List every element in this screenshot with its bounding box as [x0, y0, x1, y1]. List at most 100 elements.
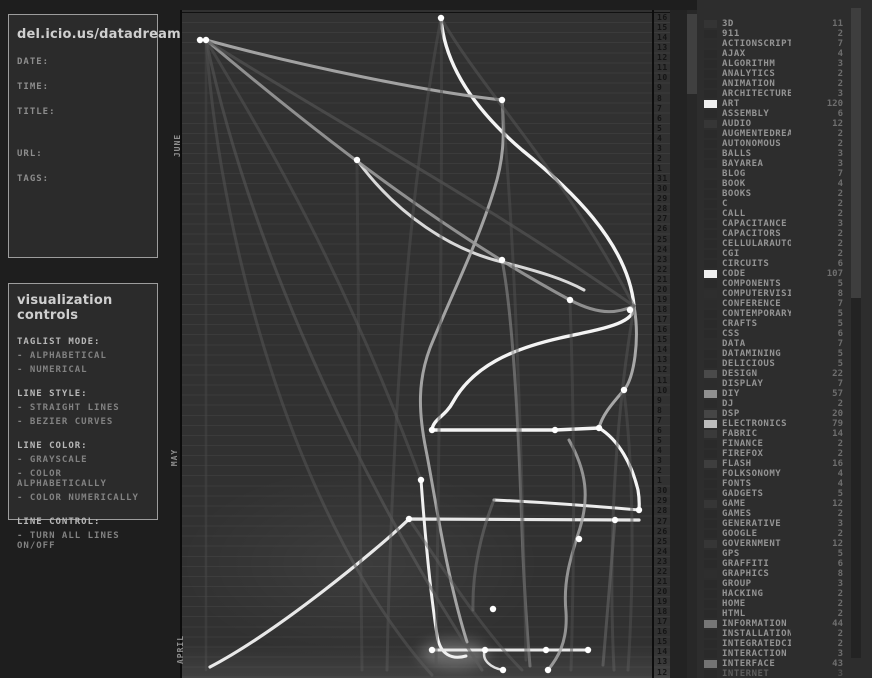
tag-line-swatch[interactable] — [704, 530, 717, 538]
tag-line-swatch[interactable] — [704, 300, 717, 308]
tag-row[interactable]: BALLS3 — [697, 149, 872, 159]
tag-line-swatch[interactable] — [704, 450, 717, 458]
tag-row[interactable]: GOOGLE2 — [697, 529, 872, 539]
tag-line-swatch[interactable] — [704, 610, 717, 618]
tag-row[interactable]: BAYAREA3 — [697, 159, 872, 169]
tag-row[interactable]: GOVERNMENT12 — [697, 539, 872, 549]
tag-line-swatch[interactable] — [704, 220, 717, 228]
tag-row[interactable]: INTEGRATEDCIRCUIT2 — [697, 639, 872, 649]
control-option[interactable]: - COLOR ALPHABETICALLY — [17, 469, 149, 489]
tag-row[interactable]: GPS5 — [697, 549, 872, 559]
tag-line-swatch[interactable] — [704, 340, 717, 348]
viz-dot[interactable] — [596, 425, 602, 431]
viz-dot[interactable] — [438, 15, 444, 21]
tag-row[interactable]: ELECTRONICS79 — [697, 419, 872, 429]
viz-dot[interactable] — [482, 647, 488, 653]
tag-row[interactable]: FONTS4 — [697, 479, 872, 489]
tag-row[interactable]: INTERFACE43 — [697, 659, 872, 669]
tag-row[interactable]: ACTIONSCRIPT7 — [697, 39, 872, 49]
timeline-chart[interactable]: JUNEMAYAPRIL 161514131211109876543213130… — [180, 10, 670, 678]
viz-line[interactable] — [548, 440, 585, 670]
tag-line-swatch[interactable] — [704, 130, 717, 138]
tag-line-swatch[interactable] — [704, 440, 717, 448]
tag-row[interactable]: FLASH16 — [697, 459, 872, 469]
tag-line-swatch[interactable] — [704, 150, 717, 158]
tag-line-swatch[interactable] — [704, 230, 717, 238]
tag-row[interactable]: AUGMENTEDREALITY2 — [697, 129, 872, 139]
viz-dot[interactable] — [406, 516, 412, 522]
tag-row[interactable]: AUDIO12 — [697, 119, 872, 129]
tag-row[interactable]: BOOKS2 — [697, 189, 872, 199]
tag-row[interactable]: ART120 — [697, 99, 872, 109]
tag-row[interactable]: GADGETS5 — [697, 489, 872, 499]
tag-row[interactable]: CONTEMPORARY5 — [697, 309, 872, 319]
tag-line-swatch[interactable] — [704, 280, 717, 288]
tag-line-swatch[interactable] — [704, 100, 717, 108]
tag-line-swatch[interactable] — [704, 410, 717, 418]
tag-row[interactable]: INTERACTION3 — [697, 649, 872, 659]
tag-line-swatch[interactable] — [704, 520, 717, 528]
tag-line-swatch[interactable] — [704, 390, 717, 398]
tag-row[interactable]: GENERATIVE3 — [697, 519, 872, 529]
viz-line[interactable] — [357, 162, 362, 670]
tag-line-swatch[interactable] — [704, 470, 717, 478]
tag-row[interactable]: GAME12 — [697, 499, 872, 509]
tag-row[interactable]: C2 — [697, 199, 872, 209]
tag-line-swatch[interactable] — [704, 570, 717, 578]
tag-line-swatch[interactable] — [704, 20, 717, 28]
tag-row[interactable]: INFORMATION44 — [697, 619, 872, 629]
tag-line-swatch[interactable] — [704, 170, 717, 178]
viz-dot[interactable] — [429, 427, 435, 433]
tag-row[interactable]: COMPONENTS5 — [697, 279, 872, 289]
tag-line-swatch[interactable] — [704, 30, 717, 38]
tag-line-swatch[interactable] — [704, 510, 717, 518]
chart-scrollbar-thumb[interactable] — [687, 14, 697, 94]
tag-row[interactable]: ALGORITHM3 — [697, 59, 872, 69]
tag-row[interactable]: INTERNET3 — [697, 669, 872, 678]
viz-dot[interactable] — [418, 477, 424, 483]
tag-row[interactable]: ARCHITECTURE3 — [697, 89, 872, 99]
tag-row[interactable]: ANALYTICS2 — [697, 69, 872, 79]
tag-row[interactable]: AJAX4 — [697, 49, 872, 59]
viz-dot[interactable] — [552, 427, 558, 433]
tag-row[interactable]: DATA7 — [697, 339, 872, 349]
tag-row[interactable]: DATAMINING5 — [697, 349, 872, 359]
viz-dot[interactable] — [612, 517, 618, 523]
tag-row[interactable]: GRAFFITI6 — [697, 559, 872, 569]
tag-row[interactable]: DESIGN22 — [697, 369, 872, 379]
control-option[interactable]: - NUMERICAL — [17, 365, 149, 375]
tag-row[interactable]: FABRIC14 — [697, 429, 872, 439]
tag-row[interactable]: ASSEMBLY6 — [697, 109, 872, 119]
tag-line-swatch[interactable] — [704, 670, 717, 678]
tag-row[interactable]: FIREFOX2 — [697, 449, 872, 459]
viz-dot[interactable] — [203, 37, 209, 43]
tag-line-swatch[interactable] — [704, 160, 717, 168]
control-option[interactable]: - STRAIGHT LINES — [17, 403, 149, 413]
viz-dot[interactable] — [636, 507, 642, 513]
tag-line-swatch[interactable] — [704, 110, 717, 118]
tag-line-swatch[interactable] — [704, 400, 717, 408]
tag-line-swatch[interactable] — [704, 310, 717, 318]
taglist-scrollbar-thumb[interactable] — [851, 8, 861, 298]
viz-line[interactable] — [357, 160, 584, 290]
tag-line-swatch[interactable] — [704, 560, 717, 568]
tag-row[interactable]: DJ2 — [697, 399, 872, 409]
tag-line-swatch[interactable] — [704, 650, 717, 658]
tag-row[interactable]: CONFERENCE7 — [697, 299, 872, 309]
tag-line-swatch[interactable] — [704, 350, 717, 358]
tag-row[interactable]: 3D11 — [697, 19, 872, 29]
tag-line-swatch[interactable] — [704, 430, 717, 438]
viz-line[interactable] — [570, 302, 574, 670]
control-option[interactable]: - ALPHABETICAL — [17, 351, 149, 361]
tag-row[interactable]: HOME2 — [697, 599, 872, 609]
tag-line-swatch[interactable] — [704, 120, 717, 128]
tag-row[interactable]: BOOK4 — [697, 179, 872, 189]
tag-row[interactable]: CIRCUITS6 — [697, 259, 872, 269]
tag-line-swatch[interactable] — [704, 180, 717, 188]
tag-line-swatch[interactable] — [704, 640, 717, 648]
tag-row[interactable]: CODE107 — [697, 269, 872, 279]
tag-row[interactable]: AUTONOMOUS2 — [697, 139, 872, 149]
tag-row[interactable]: DIY57 — [697, 389, 872, 399]
curves-canvas[interactable] — [182, 10, 672, 678]
control-option[interactable]: - GRAYSCALE — [17, 455, 149, 465]
